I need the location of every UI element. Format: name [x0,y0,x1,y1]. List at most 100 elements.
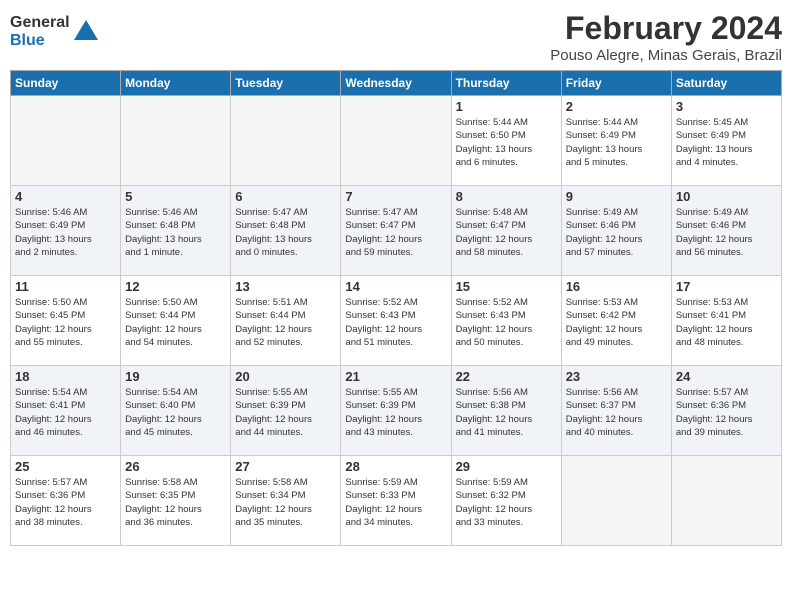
day-number: 28 [345,459,446,474]
day-info: Sunrise: 5:55 AM Sunset: 6:39 PM Dayligh… [345,386,446,439]
day-info: Sunrise: 5:56 AM Sunset: 6:38 PM Dayligh… [456,386,557,439]
day-number: 10 [676,189,777,204]
calendar-cell: 16 Sunrise: 5:53 AM Sunset: 6:42 PM Dayli… [561,276,671,366]
calendar-header: Sunday Monday Tuesday Wednesday Thursday… [11,71,782,96]
header: General Blue February 2024 Pouso Alegre,… [10,10,782,64]
calendar-cell: 13Sunrise: 5:51 AM Sunset: 6:44 PM Dayli… [231,276,341,366]
header-friday: Friday [561,71,671,96]
day-info: Sunrise: 5:47 AM Sunset: 6:48 PM Dayligh… [235,206,336,259]
day-info: Sunrise: 5:54 AM Sunset: 6:40 PM Dayligh… [125,386,226,439]
calendar-cell: 25Sunrise: 5:57 AM Sunset: 6:36 PM Dayli… [11,456,121,546]
day-info: Sunrise: 5:46 AM Sunset: 6:49 PM Dayligh… [15,206,116,259]
day-number: 17 [676,279,777,294]
calendar-cell: 2Sunrise: 5:44 AM Sunset: 6:49 PM Daylig… [561,96,671,186]
calendar-cell [341,96,451,186]
calendar-cell: 3Sunrise: 5:45 AM Sunset: 6:49 PM Daylig… [671,96,781,186]
day-info: Sunrise: 5:58 AM Sunset: 6:34 PM Dayligh… [235,476,336,529]
calendar-cell: 12Sunrise: 5:50 AM Sunset: 6:44 PM Dayli… [121,276,231,366]
calendar-cell: 10 Sunrise: 5:49 AM Sunset: 6:46 PM Dayli… [671,186,781,276]
logo-text: General Blue [10,14,70,49]
day-info: Sunrise: 5:50 AM Sunset: 6:44 PM Dayligh… [125,296,226,349]
calendar-cell: 4 Sunrise: 5:46 AM Sunset: 6:49 PM Daylig… [11,186,121,276]
day-info: Sunrise: 5:47 AM Sunset: 6:47 PM Dayligh… [345,206,446,259]
day-info: Sunrise: 5:55 AM Sunset: 6:39 PM Dayligh… [235,386,336,439]
logo-general: General [10,14,70,32]
day-info: Sunrise: 5:44 AM Sunset: 6:49 PM Dayligh… [566,116,667,169]
day-info: Sunrise: 5:49 AM Sunset: 6:46 PM Dayligh… [566,206,667,259]
day-info: Sunrise: 5:46 AM Sunset: 6:48 PM Dayligh… [125,206,226,259]
calendar-cell: 29 Sunrise: 5:59 AM Sunset: 6:32 PM Dayli… [451,456,561,546]
calendar-cell: 6 Sunrise: 5:47 AM Sunset: 6:48 PM Daylig… [231,186,341,276]
calendar-cell: 18 Sunrise: 5:54 AM Sunset: 6:41 PM Dayli… [11,366,121,456]
day-number: 8 [456,189,557,204]
day-number: 29 [456,459,557,474]
day-info: Sunrise: 5:51 AM Sunset: 6:44 PM Dayligh… [235,296,336,349]
day-number: 3 [676,99,777,114]
calendar-cell [231,96,341,186]
calendar-cell: 14 Sunrise: 5:52 AM Sunset: 6:43 PM Dayli… [341,276,451,366]
calendar-week-1: 1Sunrise: 5:44 AM Sunset: 6:50 PM Daylig… [11,96,782,186]
location-subtitle: Pouso Alegre, Minas Gerais, Brazil [550,47,782,64]
calendar-cell [121,96,231,186]
day-number: 20 [235,369,336,384]
day-info: Sunrise: 5:48 AM Sunset: 6:47 PM Dayligh… [456,206,557,259]
logo-blue: Blue [10,32,70,50]
calendar-week-5: 25Sunrise: 5:57 AM Sunset: 6:36 PM Dayli… [11,456,782,546]
calendar-cell: 23Sunrise: 5:56 AM Sunset: 6:37 PM Dayli… [561,366,671,456]
calendar-week-2: 4 Sunrise: 5:46 AM Sunset: 6:49 PM Daylig… [11,186,782,276]
calendar-cell [671,456,781,546]
day-info: Sunrise: 5:57 AM Sunset: 6:36 PM Dayligh… [15,476,116,529]
logo-icon [72,18,100,46]
day-number: 1 [456,99,557,114]
header-thursday: Thursday [451,71,561,96]
header-saturday: Saturday [671,71,781,96]
calendar-cell [561,456,671,546]
day-info: Sunrise: 5:52 AM Sunset: 6:43 PM Dayligh… [345,296,446,349]
day-number: 27 [235,459,336,474]
header-sunday: Sunday [11,71,121,96]
day-info: Sunrise: 5:58 AM Sunset: 6:35 PM Dayligh… [125,476,226,529]
calendar-cell: 11 Sunrise: 5:50 AM Sunset: 6:45 PM Dayli… [11,276,121,366]
calendar-cell: 22 Sunrise: 5:56 AM Sunset: 6:38 PM Dayli… [451,366,561,456]
calendar-cell: 26Sunrise: 5:58 AM Sunset: 6:35 PM Dayli… [121,456,231,546]
day-number: 18 [15,369,116,384]
day-info: Sunrise: 5:53 AM Sunset: 6:42 PM Dayligh… [566,296,667,349]
calendar-cell: 1Sunrise: 5:44 AM Sunset: 6:50 PM Daylig… [451,96,561,186]
day-info: Sunrise: 5:59 AM Sunset: 6:33 PM Dayligh… [345,476,446,529]
day-number: 16 [566,279,667,294]
day-info: Sunrise: 5:50 AM Sunset: 6:45 PM Dayligh… [15,296,116,349]
day-number: 7 [345,189,446,204]
day-number: 24 [676,369,777,384]
calendar-cell: 21Sunrise: 5:55 AM Sunset: 6:39 PM Dayli… [341,366,451,456]
calendar-table: Sunday Monday Tuesday Wednesday Thursday… [10,70,782,546]
header-monday: Monday [121,71,231,96]
day-number: 22 [456,369,557,384]
day-info: Sunrise: 5:59 AM Sunset: 6:32 PM Dayligh… [456,476,557,529]
header-tuesday: Tuesday [231,71,341,96]
calendar-week-3: 11 Sunrise: 5:50 AM Sunset: 6:45 PM Dayli… [11,276,782,366]
day-number: 14 [345,279,446,294]
calendar-cell: 9Sunrise: 5:49 AM Sunset: 6:46 PM Daylig… [561,186,671,276]
calendar-cell: 8 Sunrise: 5:48 AM Sunset: 6:47 PM Daylig… [451,186,561,276]
day-number: 19 [125,369,226,384]
calendar-cell: 20 Sunrise: 5:55 AM Sunset: 6:39 PM Dayli… [231,366,341,456]
header-wednesday: Wednesday [341,71,451,96]
calendar-cell: 19 Sunrise: 5:54 AM Sunset: 6:40 PM Dayli… [121,366,231,456]
day-number: 11 [15,279,116,294]
title-area: February 2024 Pouso Alegre, Minas Gerais… [550,10,782,64]
month-year-title: February 2024 [550,10,782,47]
day-info: Sunrise: 5:53 AM Sunset: 6:41 PM Dayligh… [676,296,777,349]
calendar-cell: 15Sunrise: 5:52 AM Sunset: 6:43 PM Dayli… [451,276,561,366]
day-info: Sunrise: 5:57 AM Sunset: 6:36 PM Dayligh… [676,386,777,439]
calendar-cell: 24 Sunrise: 5:57 AM Sunset: 6:36 PM Dayli… [671,366,781,456]
day-info: Sunrise: 5:52 AM Sunset: 6:43 PM Dayligh… [456,296,557,349]
day-number: 4 [15,189,116,204]
calendar-week-4: 18 Sunrise: 5:54 AM Sunset: 6:41 PM Dayli… [11,366,782,456]
day-number: 23 [566,369,667,384]
day-number: 6 [235,189,336,204]
day-info: Sunrise: 5:49 AM Sunset: 6:46 PM Dayligh… [676,206,777,259]
calendar-cell: 7 Sunrise: 5:47 AM Sunset: 6:47 PM Daylig… [341,186,451,276]
day-info: Sunrise: 5:54 AM Sunset: 6:41 PM Dayligh… [15,386,116,439]
day-number: 5 [125,189,226,204]
calendar-cell: 17 Sunrise: 5:53 AM Sunset: 6:41 PM Dayli… [671,276,781,366]
